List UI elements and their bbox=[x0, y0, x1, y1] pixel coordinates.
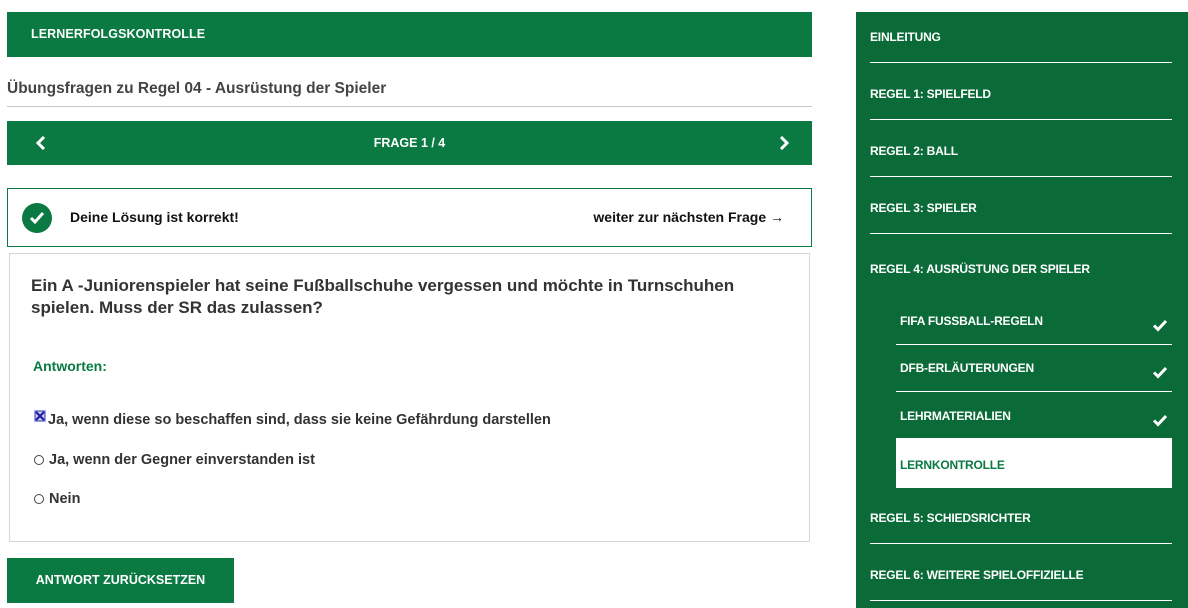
check-circle-icon bbox=[22, 203, 52, 233]
next-question-button[interactable] bbox=[762, 121, 806, 165]
sidebar-item-label: REGEL 2: BALL bbox=[870, 144, 958, 158]
sidebar-item-regel-3[interactable]: REGEL 3: SPIELER bbox=[870, 177, 1172, 234]
question-navigation: FRAGE 1 / 4 bbox=[7, 121, 812, 165]
subtitle-divider bbox=[7, 106, 812, 107]
answer-option[interactable]: Ja, wenn der Gegner einverstanden ist bbox=[34, 452, 315, 468]
sidebar-nav: EINLEITUNG REGEL 1: SPIELFELD REGEL 2: B… bbox=[856, 12, 1188, 608]
sidebar-item-label: REGEL 3: SPIELER bbox=[870, 201, 977, 215]
quiz-subtitle: Übungsfragen zu Regel 04 - Ausrüstung de… bbox=[7, 80, 387, 97]
question-card: Ein A -Juniorenspieler hat seine Fußball… bbox=[9, 253, 810, 542]
answer-label: Ja, wenn der Gegner einverstanden ist bbox=[49, 452, 315, 468]
checkmark-icon bbox=[1152, 366, 1168, 379]
answer-label: Nein bbox=[49, 491, 81, 507]
sidebar-subitem-fifa-regeln[interactable]: FIFA FUSSBALL-REGELN bbox=[896, 294, 1172, 345]
question-counter: FRAGE 1 / 4 bbox=[373, 136, 446, 150]
sidebar-item-label: EINLEITUNG bbox=[870, 30, 941, 44]
sidebar-subitem-lehrmaterialien[interactable]: LEHRMATERIALIEN bbox=[896, 392, 1172, 439]
sidebar-item-regel-2[interactable]: REGEL 2: BALL bbox=[870, 120, 1172, 177]
checkmark-icon bbox=[1152, 319, 1168, 332]
sidebar-item-regel-5[interactable]: REGEL 5: SCHIEDSRICHTER bbox=[870, 488, 1172, 544]
checkmark-icon bbox=[1152, 414, 1168, 427]
chevron-right-icon bbox=[779, 136, 789, 150]
answer-option[interactable]: Nein bbox=[34, 491, 80, 507]
sidebar-item-regel-6[interactable]: REGEL 6: WEITERE SPIELOFFIZIELLE bbox=[870, 544, 1172, 601]
radio-icon bbox=[34, 455, 44, 465]
page-header-title: LERNERFOLGSKONTROLLE bbox=[31, 27, 206, 41]
next-question-link[interactable]: weiter zur nächsten Frage → bbox=[593, 189, 784, 246]
sidebar-subitem-label: FIFA FUSSBALL-REGELN bbox=[900, 314, 1043, 328]
answer-label: Ja, wenn diese so beschaffen sind, dass … bbox=[48, 412, 551, 428]
question-text: Ein A -Juniorenspieler hat seine Fußball… bbox=[31, 276, 735, 317]
radio-icon bbox=[34, 494, 44, 504]
sidebar-item-label: REGEL 6: WEITERE SPIELOFFIZIELLE bbox=[870, 568, 1084, 582]
sidebar-subitem-label: LERNKONTROLLE bbox=[900, 458, 1005, 472]
feedback-banner: Deine Lösung ist korrekt! weiter zur näc… bbox=[7, 188, 812, 247]
sidebar-subitem-dfb-erlaeuterungen[interactable]: DFB-ERLÄUTERUNGEN bbox=[896, 345, 1172, 392]
sidebar-item-regel-1[interactable]: REGEL 1: SPIELFELD bbox=[870, 63, 1172, 120]
sidebar-item-label: REGEL 1: SPIELFELD bbox=[870, 87, 991, 101]
feedback-message: Deine Lösung ist korrekt! bbox=[70, 209, 239, 225]
sidebar-item-label: REGEL 4: AUSRÜSTUNG DER SPIELER bbox=[870, 262, 1090, 276]
sidebar-subitem-lernkontrolle[interactable]: LERNKONTROLLE bbox=[896, 438, 1172, 488]
page-header: LERNERFOLGSKONTROLLE bbox=[7, 12, 812, 57]
sidebar-subitem-label: DFB-ERLÄUTERUNGEN bbox=[900, 361, 1034, 375]
sidebar-item-label: REGEL 5: SCHIEDSRICHTER bbox=[870, 511, 1031, 525]
sidebar-item-einleitung[interactable]: EINLEITUNG bbox=[870, 12, 1172, 63]
answers-heading: Antworten: bbox=[33, 358, 107, 374]
answer-option[interactable]: Ja, wenn diese so beschaffen sind, dass … bbox=[34, 410, 551, 428]
reset-answer-button[interactable]: ANTWORT ZURÜCKSETZEN bbox=[7, 558, 234, 603]
sidebar-subitem-label: LEHRMATERIALIEN bbox=[900, 409, 1011, 423]
selected-answer-icon bbox=[34, 410, 46, 422]
